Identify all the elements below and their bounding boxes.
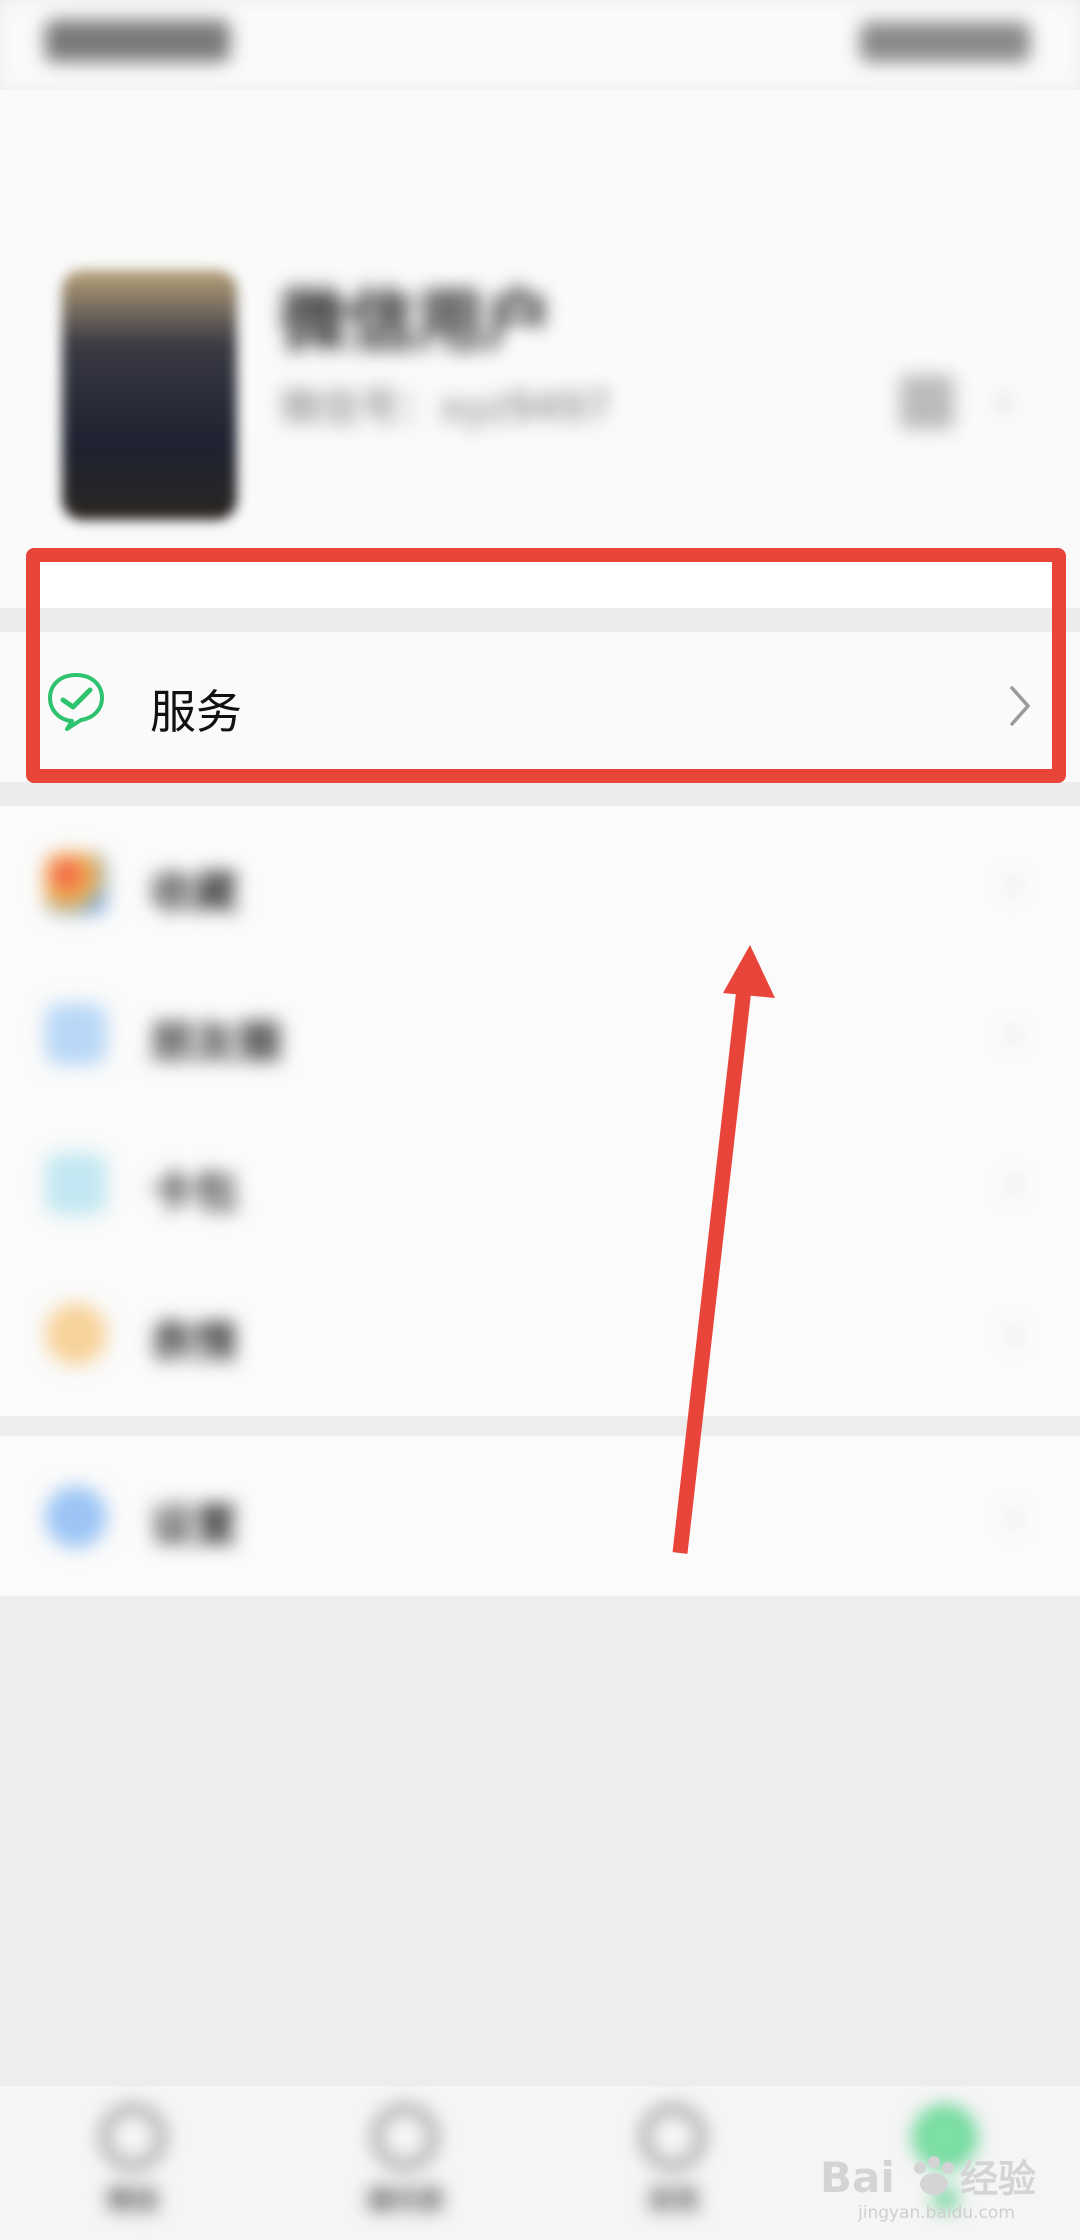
- baidu-paw-logo: Bai 经验 jingyan.baidu.com: [820, 2153, 1036, 2223]
- svg-text:jingyan.baidu.com: jingyan.baidu.com: [857, 2203, 1015, 2223]
- svg-text:Bai: Bai: [820, 2153, 895, 2202]
- svg-text:经验: 经验: [960, 2157, 1036, 2201]
- annotation-arrow: [672, 945, 775, 1554]
- baidu-jingyan-watermark: Bai 经验 jingyan.baidu.com: [820, 2148, 1060, 2223]
